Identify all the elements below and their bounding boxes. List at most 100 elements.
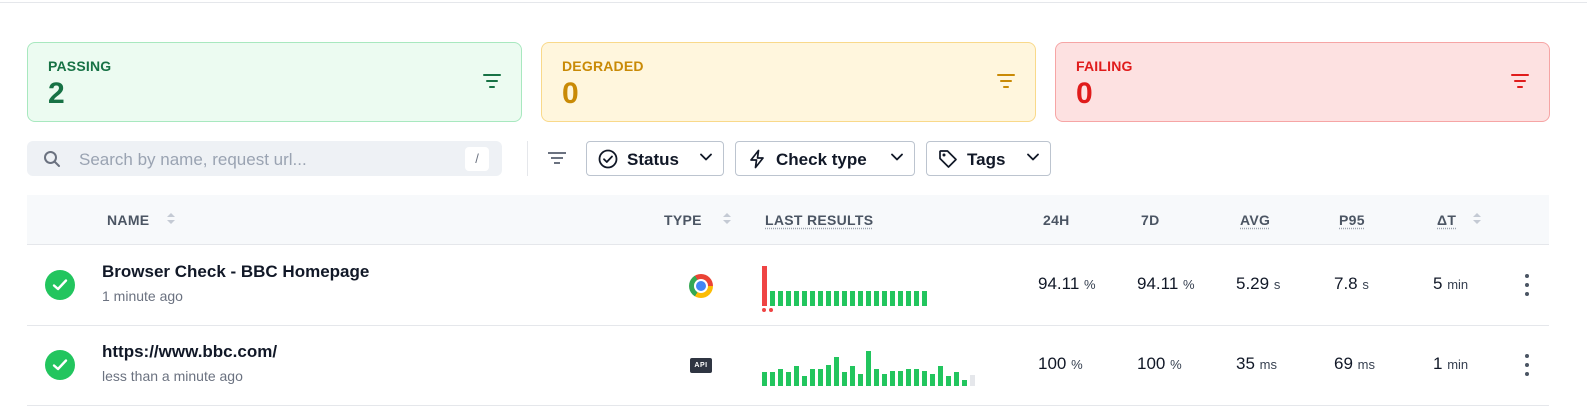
passing-summary-card[interactable]: PASSING 2 [27,42,522,122]
passing-status-icon [45,270,75,300]
filter-icon[interactable] [1511,74,1529,90]
result-bar[interactable] [914,369,919,386]
result-bar[interactable] [850,291,855,306]
chevron-down-icon [1027,153,1039,161]
check-last-run-time: less than a minute ago [102,368,243,384]
result-bar[interactable] [970,375,975,386]
result-bar[interactable] [770,291,775,306]
check-last-run-time: 1 minute ago [102,288,183,304]
check-type-filter-dropdown[interactable]: Check type [735,141,915,176]
result-bar[interactable] [922,371,927,386]
passing-count: 2 [48,77,65,110]
uptime-7d: 94.11 % [1137,274,1195,293]
status-filter-label: Status [627,150,679,169]
result-bar[interactable] [882,374,887,386]
passing-label: PASSING [48,58,112,74]
search-input[interactable]: Search by name, request url... / [27,141,502,176]
result-bar[interactable] [794,291,799,306]
result-bar[interactable] [858,291,863,306]
result-bar[interactable] [898,291,903,306]
last-results-bars[interactable] [762,346,1022,394]
check-interval: 5 min [1433,274,1469,293]
failure-marker [762,308,766,312]
sort-icon[interactable] [167,213,175,225]
result-bar[interactable] [914,291,919,306]
result-bar[interactable] [786,372,791,386]
result-bar[interactable] [842,291,847,306]
table-row[interactable]: https://www.bbc.com/ less than a minute … [27,326,1549,406]
column-header-last-results: LAST RESULTS [765,212,874,228]
uptime-24h: 94.11 % [1038,274,1096,293]
result-bar[interactable] [866,351,871,386]
result-bar[interactable] [866,291,871,306]
result-bar[interactable] [778,369,783,386]
last-results-bars[interactable] [762,266,1022,314]
degraded-summary-card[interactable]: DEGRADED 0 [541,42,1036,122]
result-bar[interactable] [906,369,911,386]
result-bar[interactable] [890,291,895,306]
result-bar[interactable] [810,369,815,386]
result-bar[interactable] [874,291,879,306]
result-bar[interactable] [930,374,935,386]
result-bar[interactable] [786,291,791,306]
more-options-icon[interactable] [1525,274,1529,296]
result-bar[interactable] [826,365,831,386]
result-bar[interactable] [938,366,943,386]
result-bar[interactable] [834,357,839,386]
column-header-name[interactable]: NAME [107,212,149,228]
more-options-icon[interactable] [1525,354,1529,376]
result-bar[interactable] [826,291,831,306]
avg-response-time: 35 ms [1236,354,1277,373]
result-bar[interactable] [770,372,775,386]
check-name[interactable]: Browser Check - BBC Homepage [102,262,369,282]
result-bar[interactable] [954,372,959,386]
uptime-7d: 100 % [1137,354,1182,373]
result-bar[interactable] [882,291,887,306]
filter-icon[interactable] [997,74,1015,90]
failing-summary-card[interactable]: FAILING 0 [1055,42,1550,122]
filter-icon[interactable] [483,74,501,90]
result-bar[interactable] [890,371,895,386]
column-header-delta-t[interactable]: ΔT [1437,212,1456,228]
toolbar-divider [527,141,528,176]
uptime-24h: 100 % [1038,354,1083,373]
result-bar[interactable] [962,380,967,386]
result-bar[interactable] [874,369,879,386]
result-bar[interactable] [858,374,863,386]
chevron-down-icon [700,153,712,161]
result-bar[interactable] [946,376,951,386]
table-row[interactable]: Browser Check - BBC Homepage 1 minute ag… [27,246,1549,326]
api-icon: API [690,358,712,373]
result-bar[interactable] [906,291,911,306]
result-bar[interactable] [802,376,807,386]
result-bar[interactable] [762,266,767,306]
check-type-filter-label: Check type [776,150,867,169]
result-bar[interactable] [850,366,855,386]
result-bar[interactable] [834,291,839,306]
sort-icon[interactable] [1473,213,1481,225]
check-interval: 1 min [1433,354,1469,373]
result-bar[interactable] [842,372,847,386]
failure-marker [769,308,773,312]
result-bar[interactable] [810,291,815,306]
chevron-down-icon [891,153,903,161]
result-bar[interactable] [794,366,799,386]
table-header: NAME TYPE LAST RESULTS 24H 7D AVG P95 ΔT [27,195,1549,245]
column-header-type[interactable]: TYPE [664,212,702,228]
status-filter-dropdown[interactable]: Status [586,141,724,176]
result-bar[interactable] [762,372,767,386]
tags-filter-dropdown[interactable]: Tags [926,141,1051,176]
result-bar[interactable] [818,291,823,306]
p95-response-time: 7.8 s [1334,274,1369,293]
check-name[interactable]: https://www.bbc.com/ [102,342,277,362]
result-bar[interactable] [922,291,927,306]
result-bar[interactable] [818,369,823,386]
tags-filter-label: Tags [967,150,1006,169]
filter-icon[interactable] [548,151,566,165]
result-bar[interactable] [898,371,903,386]
result-bar[interactable] [778,291,783,306]
result-bar[interactable] [802,291,807,306]
sort-icon[interactable] [723,213,731,225]
search-icon [44,151,60,167]
column-header-7d: 7D [1141,212,1160,228]
